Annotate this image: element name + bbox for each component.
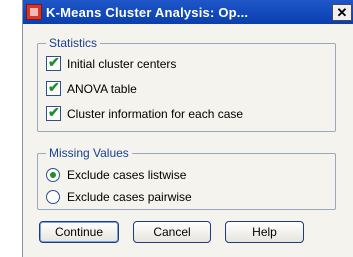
check-mark-icon: ✔ bbox=[48, 54, 60, 70]
kmeans-options-dialog: K-Means Cluster Analysis: Op... ✕ Statis… bbox=[22, 0, 353, 257]
exclude-listwise-radio[interactable] bbox=[46, 168, 60, 182]
exclude-pairwise-label: Exclude cases pairwise bbox=[67, 190, 192, 204]
statistics-group-title: Statistics bbox=[46, 36, 101, 50]
anova-table-label: ANOVA table bbox=[67, 82, 137, 96]
help-button[interactable]: Help bbox=[225, 221, 304, 243]
check-mark-icon: ✔ bbox=[48, 104, 60, 120]
initial-cluster-centers-checkbox[interactable]: ✔ bbox=[46, 54, 61, 71]
missing-values-group-title: Missing Values bbox=[46, 146, 132, 160]
check-mark-icon: ✔ bbox=[48, 79, 60, 95]
close-button[interactable]: ✕ bbox=[332, 4, 352, 21]
spss-app-icon bbox=[26, 4, 42, 20]
exclude-listwise-label: Exclude cases listwise bbox=[67, 168, 187, 182]
continue-button[interactable]: Continue bbox=[39, 221, 119, 243]
anova-table-checkbox[interactable]: ✔ bbox=[46, 79, 61, 96]
initial-cluster-centers-label: Initial cluster centers bbox=[67, 57, 177, 71]
missing-values-group: Missing Values Exclude cases listwise Ex… bbox=[37, 146, 336, 210]
radio-selected-dot bbox=[50, 172, 56, 178]
title-bar[interactable]: K-Means Cluster Analysis: Op... ✕ bbox=[23, 0, 353, 24]
window-title: K-Means Cluster Analysis: Op... bbox=[46, 5, 249, 20]
cancel-button[interactable]: Cancel bbox=[133, 221, 211, 243]
exclude-pairwise-radio[interactable] bbox=[46, 190, 60, 204]
cluster-information-checkbox[interactable]: ✔ bbox=[46, 104, 61, 121]
cluster-information-label: Cluster information for each case bbox=[67, 107, 244, 121]
statistics-group: Statistics ✔ Initial cluster centers ✔ A… bbox=[37, 36, 336, 132]
